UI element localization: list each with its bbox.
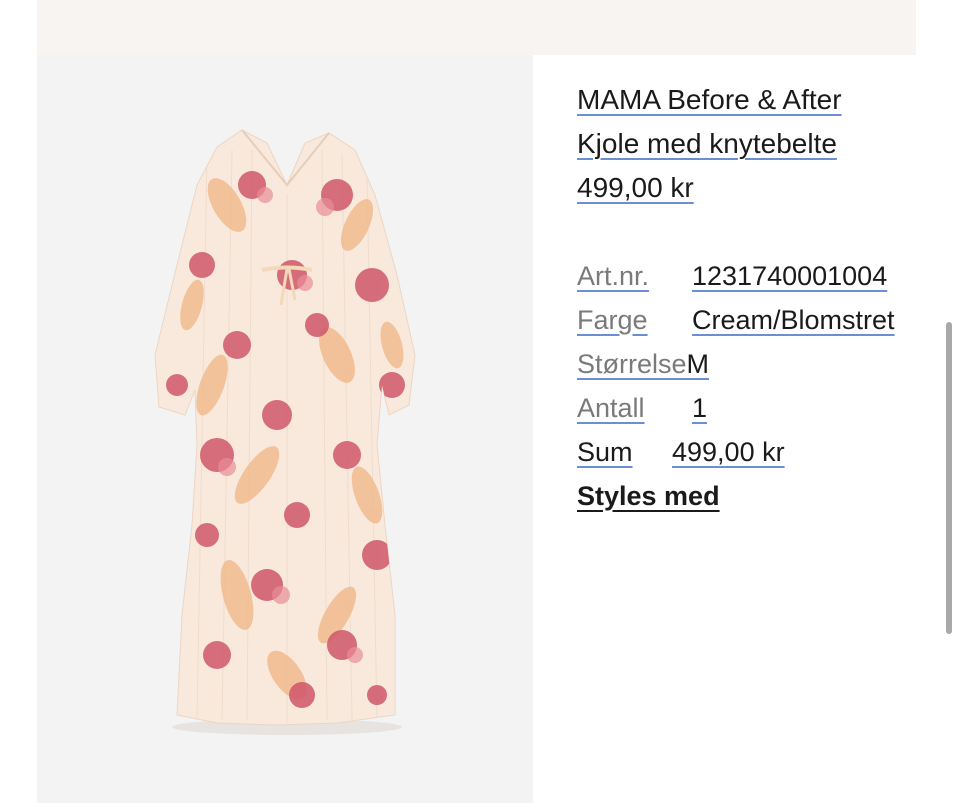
details-list: Art.nr. 1231740001004 Farge Cream/Blomst… [577, 254, 937, 474]
sum-row: Sum 499,00 kr [577, 430, 937, 474]
styles-with-link[interactable]: Styles med [577, 474, 937, 518]
size-row: Størrelse M [577, 342, 937, 386]
article-number-label[interactable]: Art.nr. [577, 261, 692, 292]
quantity-row: Antall 1 [577, 386, 937, 430]
color-value[interactable]: Cream/Blomstret [692, 305, 895, 336]
color-label[interactable]: Farge [577, 305, 692, 336]
dress-illustration [154, 129, 416, 735]
size-label[interactable]: Størrelse [577, 349, 687, 380]
quantity-value[interactable]: 1 [692, 393, 707, 424]
color-row: Farge Cream/Blomstret [577, 298, 937, 342]
article-number-value[interactable]: 1231740001004 [692, 261, 887, 292]
product-title-line1[interactable]: MAMA Before & After [577, 78, 937, 122]
quantity-label[interactable]: Antall [577, 393, 692, 424]
scrollbar-thumb[interactable] [946, 322, 952, 634]
size-value[interactable]: M [687, 349, 710, 380]
product-title-line2[interactable]: Kjole med knytebelte [577, 122, 937, 166]
product-image[interactable] [37, 55, 533, 803]
sum-label[interactable]: Sum [577, 437, 672, 468]
article-number-row: Art.nr. 1231740001004 [577, 254, 937, 298]
top-banner-strip [37, 0, 916, 55]
sum-value[interactable]: 499,00 kr [672, 437, 785, 468]
product-price[interactable]: 499,00 kr [577, 166, 937, 210]
product-details: MAMA Before & After Kjole med knytebelte… [577, 78, 937, 518]
